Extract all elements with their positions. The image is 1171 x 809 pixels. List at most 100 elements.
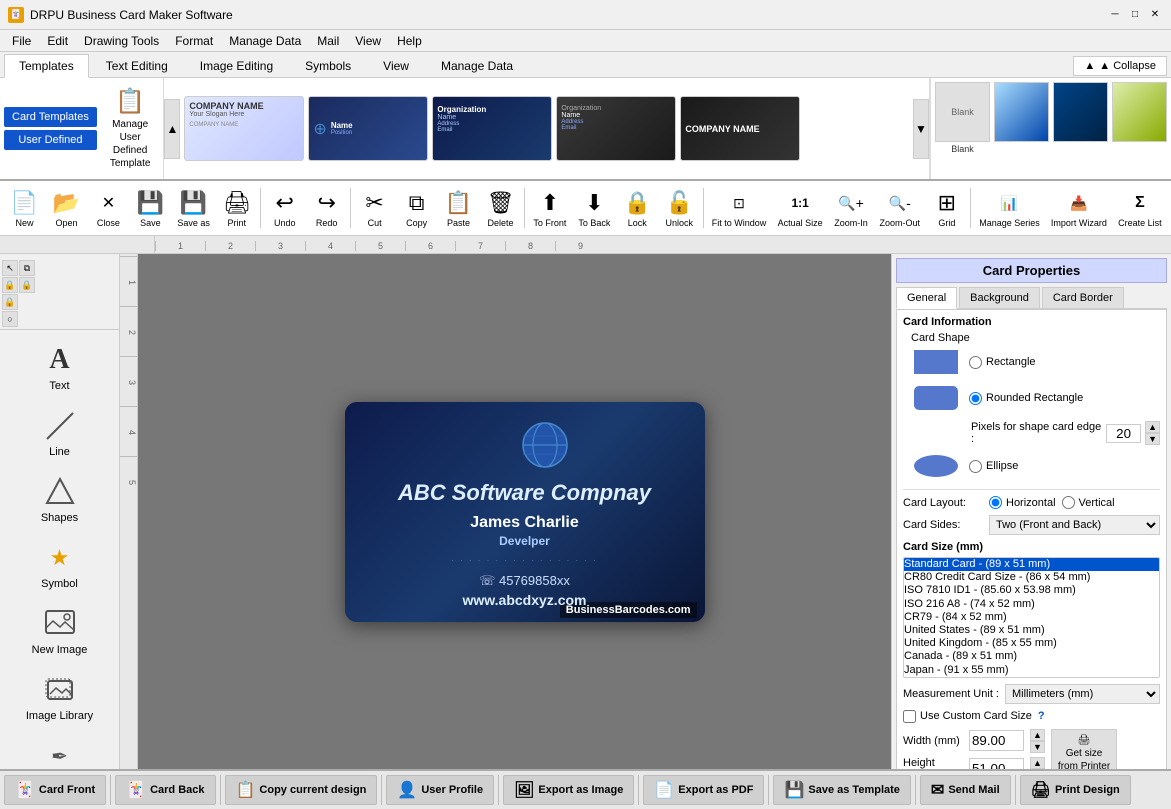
pixels-input[interactable] <box>1106 424 1141 443</box>
menu-mail[interactable]: Mail <box>309 32 347 50</box>
mini-lock2-icon[interactable]: 🔒 <box>19 277 35 293</box>
tool-line[interactable]: Line <box>4 401 115 465</box>
scroll-down-arrow[interactable]: ▼ <box>913 99 929 159</box>
lock-button[interactable]: 🔒 Lock <box>617 184 658 232</box>
mini-lock3-icon[interactable]: 🔒 <box>2 294 18 310</box>
rt-thumb-4[interactable] <box>1112 82 1167 142</box>
template-thumb-2[interactable]: ⊕ Name Position <box>308 96 428 161</box>
radio-vertical[interactable]: Vertical <box>1062 496 1115 509</box>
save-button[interactable]: 💾 Save <box>130 184 171 232</box>
send-mail-button[interactable]: ✉ Send Mail <box>920 775 1011 805</box>
grid-button[interactable]: ⊞ Grid <box>926 184 967 232</box>
template-thumb-4[interactable]: Organization Name Address Email <box>556 96 676 161</box>
tab-card-border[interactable]: Card Border <box>1042 287 1124 308</box>
menu-manage-data[interactable]: Manage Data <box>221 32 309 50</box>
canvas-background[interactable]: ABC Software Compnay James Charlie Devel… <box>138 254 891 769</box>
radio-rounded-input[interactable] <box>969 392 982 405</box>
height-input[interactable] <box>969 758 1024 769</box>
template-thumb-3[interactable]: Organization Name Address Email <box>432 96 552 161</box>
pixels-up-button[interactable]: ▲ <box>1145 421 1160 433</box>
tofront-button[interactable]: ⬆ To Front <box>528 184 572 232</box>
height-up-button[interactable]: ▲ <box>1030 757 1045 769</box>
print-button[interactable]: 🖨 Print <box>216 184 257 232</box>
width-up-button[interactable]: ▲ <box>1030 729 1045 741</box>
tool-shapes[interactable]: Shapes <box>4 467 115 531</box>
manage-user-defined-button[interactable]: 📋 ManageUserDefinedTemplate <box>103 82 158 175</box>
card-front-button[interactable]: 🃏 Card Front <box>4 775 106 805</box>
tab-manage-data[interactable]: Manage Data <box>426 54 528 77</box>
close-button[interactable]: ✕ <box>1147 7 1163 23</box>
radio-horizontal-input[interactable] <box>989 496 1002 509</box>
radio-rectangle-input[interactable] <box>969 356 982 369</box>
createlist-button[interactable]: Σ Create List <box>1113 184 1167 232</box>
close-toolbar-button[interactable]: ✕ Close <box>88 184 129 232</box>
user-profile-button[interactable]: 👤 User Profile <box>386 775 494 805</box>
radio-rounded[interactable]: Rounded Rectangle <box>969 392 1083 405</box>
saveas-button[interactable]: 💾 Save as <box>172 184 215 232</box>
pixels-down-button[interactable]: ▼ <box>1145 433 1160 445</box>
tab-image-editing[interactable]: Image Editing <box>185 54 288 77</box>
radio-vertical-input[interactable] <box>1062 496 1075 509</box>
blank-template-thumb[interactable]: Blank <box>935 82 990 142</box>
menu-file[interactable]: File <box>4 32 39 50</box>
tab-symbols[interactable]: Symbols <box>290 54 366 77</box>
tab-templates[interactable]: Templates <box>4 54 89 78</box>
menu-help[interactable]: Help <box>389 32 430 50</box>
menu-drawing-tools[interactable]: Drawing Tools <box>76 32 167 50</box>
tab-background[interactable]: Background <box>959 287 1040 308</box>
mini-rotate-icon[interactable]: ○ <box>2 311 18 327</box>
tool-image-library[interactable]: Image Library <box>4 665 115 729</box>
tab-text-editing[interactable]: Text Editing <box>91 54 183 77</box>
menu-view[interactable]: View <box>347 32 389 50</box>
importwizard-button[interactable]: 📥 Import Wizard <box>1046 184 1112 232</box>
fitwindow-button[interactable]: ⊡ Fit to Window <box>707 184 772 232</box>
radio-rectangle[interactable]: Rectangle <box>969 356 1036 369</box>
rt-thumb-2[interactable] <box>994 82 1049 142</box>
measurement-select[interactable]: Millimeters (mm) Inches (in) Pixels (px) <box>1005 684 1160 704</box>
tool-new-image[interactable]: New Image <box>4 599 115 663</box>
sides-select[interactable]: Two (Front and Back) One (Front Only) <box>989 515 1160 535</box>
open-button[interactable]: 📂 Open <box>46 184 87 232</box>
zoomout-button[interactable]: 🔍- Zoom-Out <box>874 184 925 232</box>
collapse-button[interactable]: ▲ ▲ Collapse <box>1073 56 1167 76</box>
tool-text[interactable]: A Text <box>4 335 115 399</box>
save-template-button[interactable]: 💾 Save as Template <box>773 775 910 805</box>
custom-size-checkbox[interactable] <box>903 710 916 723</box>
cut-button[interactable]: ✂ Cut <box>354 184 395 232</box>
mini-copy-icon[interactable]: ⧉ <box>19 260 35 276</box>
export-pdf-button[interactable]: 📄 Export as PDF <box>643 775 764 805</box>
card-size-select[interactable]: Standard Card - (89 x 51 mm) CR80 Credit… <box>903 557 1160 678</box>
delete-button[interactable]: 🗑 Delete <box>480 184 521 232</box>
unlock-button[interactable]: 🔓 Unlock <box>659 184 700 232</box>
rt-thumb-3[interactable] <box>1053 82 1108 142</box>
mini-lock-icon[interactable]: 🔒 <box>2 277 18 293</box>
undo-button[interactable]: ↩ Undo <box>264 184 305 232</box>
scroll-up-arrow[interactable]: ▲ <box>164 99 180 159</box>
paste-button[interactable]: 📋 Paste <box>438 184 479 232</box>
manageseries-button[interactable]: 📊 Manage Series <box>974 184 1044 232</box>
tool-signature[interactable]: ✒ Signature <box>4 731 115 769</box>
radio-ellipse[interactable]: Ellipse <box>969 460 1018 473</box>
width-input[interactable] <box>969 730 1024 751</box>
card-back-button[interactable]: 🃏 Card Back <box>115 775 215 805</box>
template-thumb-1[interactable]: COMPANY NAME Your Slogan Here COMPANY NA… <box>184 96 304 161</box>
menu-edit[interactable]: Edit <box>39 32 76 50</box>
business-card[interactable]: ABC Software Compnay James Charlie Devel… <box>345 402 705 622</box>
menu-format[interactable]: Format <box>167 32 221 50</box>
get-size-from-printer-button[interactable]: 🖨 Get sizefrom Printer <box>1051 729 1117 769</box>
radio-ellipse-input[interactable] <box>969 460 982 473</box>
copy-button[interactable]: ⧉ Copy <box>396 184 437 232</box>
toback-button[interactable]: ⬇ To Back <box>573 184 616 232</box>
tab-general[interactable]: General <box>896 287 957 309</box>
maximize-button[interactable]: □ <box>1127 7 1143 23</box>
export-image-button[interactable]: 🖼 Export as Image <box>503 775 634 805</box>
mini-select-icon[interactable]: ↖ <box>2 260 18 276</box>
width-down-button[interactable]: ▼ <box>1030 741 1045 753</box>
print-design-button[interactable]: 🖨 Print Design <box>1020 775 1131 805</box>
new-button[interactable]: 📄 New <box>4 184 45 232</box>
radio-horizontal[interactable]: Horizontal <box>989 496 1056 509</box>
zoomin-button[interactable]: 🔍+ Zoom-In <box>829 184 873 232</box>
minimize-button[interactable]: ─ <box>1107 7 1123 23</box>
user-defined-button[interactable]: User Defined <box>4 130 97 150</box>
copy-current-button[interactable]: 📋 Copy current design <box>225 775 378 805</box>
